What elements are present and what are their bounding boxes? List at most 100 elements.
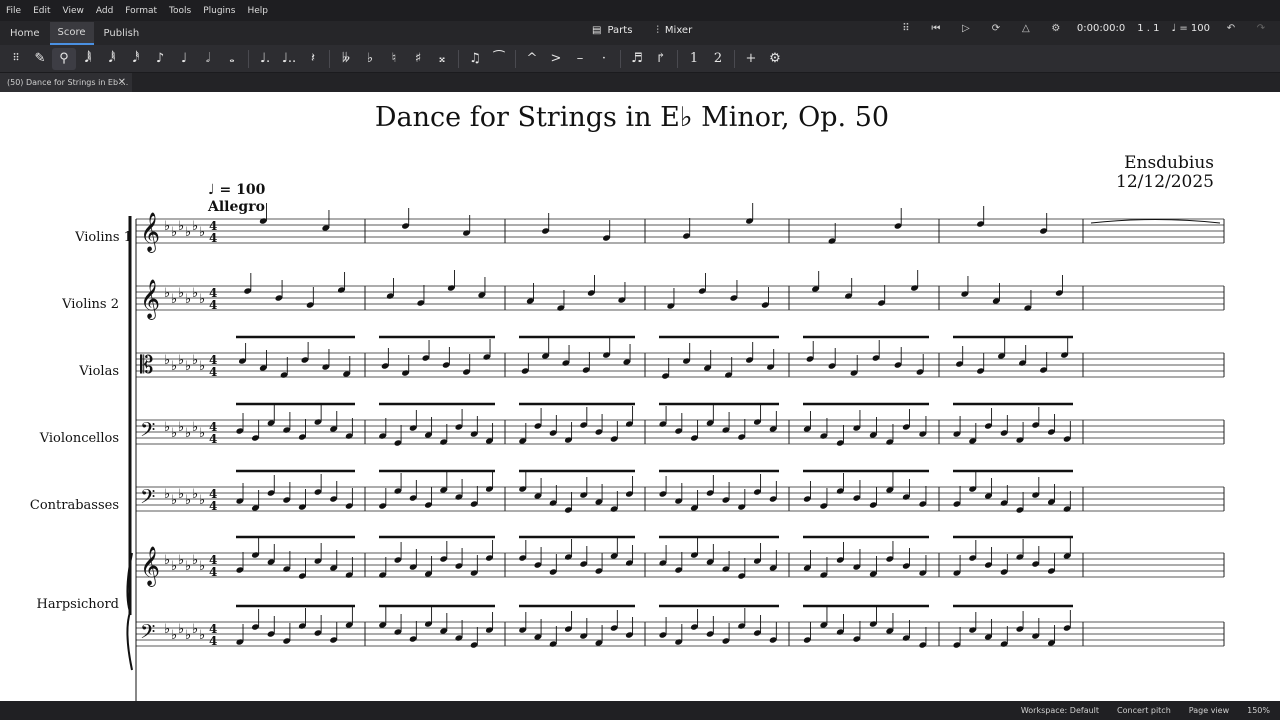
- natural-icon[interactable]: ♮: [382, 48, 406, 70]
- double-flat-icon[interactable]: 𝄫: [334, 48, 358, 70]
- clef-glyph: 𝄞: [140, 212, 160, 253]
- tie-arc: [1090, 219, 1221, 224]
- playback-position: 1 . 1: [1137, 23, 1160, 34]
- zoom-level[interactable]: 150%: [1247, 706, 1270, 715]
- pin-icon[interactable]: ⚲: [52, 47, 76, 70]
- key-signature-flat: ♭: [171, 292, 177, 307]
- key-signature-flat: ♭: [199, 426, 205, 441]
- staccato-icon[interactable]: ·: [592, 48, 616, 70]
- key-signature-flat: ♭: [164, 487, 170, 502]
- menu-add[interactable]: Add: [96, 6, 113, 16]
- key-signature-flat: ♭: [178, 420, 184, 435]
- time-signature: 4: [209, 499, 217, 513]
- score-staves[interactable]: 𝄞 ♭ ♭ ♭ ♭ ♭ ♭ 44𝄞 ♭ ♭ ♭ ♭ ♭ ♭ 44𝄡 ♭ ♭ ♭ ♭ ♭ ♭ 44𝄢 ♭ ♭ ♭ ♭ ♭ ♭ 44𝄢 ♭ ♭ ♭…: [0, 92, 1280, 701]
- key-signature-flat: ♭: [192, 487, 198, 502]
- slur-icon[interactable]: ⁀: [487, 48, 511, 70]
- half-note-icon[interactable]: 𝅗𝅥: [196, 48, 220, 70]
- mixer-icon: ⫶: [656, 25, 659, 36]
- key-signature-flat: ♭: [171, 426, 177, 441]
- concert-pitch-toggle[interactable]: Concert pitch: [1117, 706, 1171, 715]
- parts-button[interactable]: ▤ Parts: [592, 25, 632, 36]
- key-signature-flat: ♭: [192, 353, 198, 368]
- drag-handle-icon[interactable]: ⠿: [897, 23, 915, 34]
- workspace-label[interactable]: Workspace: Default: [1021, 706, 1099, 715]
- pencil-icon[interactable]: ✎: [28, 48, 52, 70]
- voice-1-icon[interactable]: 1: [682, 48, 706, 70]
- parts-label: Parts: [607, 25, 633, 36]
- rest-icon[interactable]: 𝄽: [301, 48, 325, 70]
- page-view-select[interactable]: Page view: [1189, 706, 1229, 715]
- sharp-icon[interactable]: ♯: [406, 48, 430, 70]
- toolbar-divider: [329, 49, 330, 68]
- key-signature-flat: ♭: [178, 286, 184, 301]
- key-signature-flat: ♭: [171, 225, 177, 240]
- toolbar-divider: [734, 49, 735, 68]
- dot-icon[interactable]: ♩.: [253, 48, 277, 70]
- toolbar-divider: [248, 49, 249, 68]
- 16th-note-icon[interactable]: 𝅘𝅥𝅰: [124, 48, 148, 70]
- menu-file[interactable]: File: [6, 6, 21, 16]
- toolbar-settings-icon[interactable]: ⚙: [763, 48, 787, 70]
- toolbar-divider: [620, 49, 621, 68]
- tab-home[interactable]: Home: [2, 23, 48, 44]
- key-signature-flat: ♭: [199, 225, 205, 240]
- loop-icon[interactable]: ⟳: [987, 23, 1005, 34]
- menu-view[interactable]: View: [63, 6, 84, 16]
- clef-glyph: 𝄞: [140, 279, 160, 320]
- metronome-icon[interactable]: △: [1017, 23, 1035, 34]
- accent-icon[interactable]: >: [544, 48, 568, 70]
- key-signature-flat: ♭: [192, 286, 198, 301]
- clef-glyph: 𝄞: [140, 546, 160, 587]
- 64th-note-icon[interactable]: 𝅘𝅥𝅲: [76, 48, 100, 70]
- whole-note-icon[interactable]: 𝅝: [220, 48, 244, 70]
- toolbar-divider: [458, 49, 459, 68]
- add-icon[interactable]: +: [739, 48, 763, 70]
- redo-icon[interactable]: ↷: [1252, 23, 1270, 34]
- key-signature-flat: ♭: [192, 622, 198, 637]
- undo-icon[interactable]: ↶: [1222, 23, 1240, 34]
- key-signature-flat: ♭: [199, 628, 205, 643]
- key-signature-flat: ♭: [199, 493, 205, 508]
- time-signature: 4: [209, 634, 217, 648]
- menu-tools[interactable]: Tools: [169, 6, 191, 16]
- tab-publish[interactable]: Publish: [96, 23, 148, 44]
- marcato-icon[interactable]: ^: [520, 48, 544, 70]
- time-signature: 4: [209, 432, 217, 446]
- time-signature: 4: [209, 565, 217, 579]
- eighth-note-icon[interactable]: ♪: [148, 48, 172, 70]
- key-signature-flat: ♭: [178, 622, 184, 637]
- key-signature-flat: ♭: [164, 420, 170, 435]
- tie-icon[interactable]: ♫: [463, 48, 487, 70]
- playback-tempo: ♩ = 100: [1171, 23, 1210, 34]
- tenuto-icon[interactable]: –: [568, 48, 592, 70]
- rewind-icon[interactable]: ⏮: [927, 23, 945, 34]
- key-signature-flat: ♭: [164, 219, 170, 234]
- status-bar: Workspace: Default Concert pitch Page vi…: [0, 701, 1280, 720]
- score-canvas[interactable]: Dance for Strings in E♭ Minor, Op. 50 En…: [0, 92, 1280, 701]
- playback-settings-icon[interactable]: ⚙: [1047, 23, 1065, 34]
- key-signature-flat: ♭: [199, 359, 205, 374]
- quarter-note-icon[interactable]: ♩: [172, 48, 196, 70]
- toolbar-handle-icon[interactable]: ⠿: [4, 48, 28, 70]
- tab-score[interactable]: Score: [49, 21, 94, 45]
- key-signature-flat: ♭: [192, 219, 198, 234]
- key-signature-flat: ♭: [171, 628, 177, 643]
- flat-icon[interactable]: ♭: [358, 48, 382, 70]
- menu-edit[interactable]: Edit: [33, 6, 50, 16]
- key-signature-flat: ♭: [192, 553, 198, 568]
- double-dot-icon[interactable]: ♩..: [277, 48, 301, 70]
- 32nd-note-icon[interactable]: 𝅘𝅥𝅱: [100, 48, 124, 70]
- double-sharp-icon[interactable]: 𝄪: [430, 48, 454, 70]
- menu-help[interactable]: Help: [247, 6, 268, 16]
- flip-direction-icon[interactable]: ↱: [649, 48, 673, 70]
- menu-plugins[interactable]: Plugins: [203, 6, 235, 16]
- mixer-button[interactable]: ⫶ Mixer: [656, 25, 692, 36]
- tuplet-icon[interactable]: ♬: [625, 48, 649, 70]
- menu-format[interactable]: Format: [125, 6, 157, 16]
- toolbar-divider: [677, 49, 678, 68]
- document-tab[interactable]: (50) Dance for Strings in Eb ... ✕: [0, 73, 132, 92]
- top-bar: Home Score Publish ▤ Parts ⫶ Mixer ⠿ ⏮ ▷ ⟳…: [0, 21, 1280, 45]
- voice-2-icon[interactable]: 2: [706, 48, 730, 70]
- close-icon[interactable]: ✕: [118, 77, 126, 88]
- play-icon[interactable]: ▷: [957, 23, 975, 34]
